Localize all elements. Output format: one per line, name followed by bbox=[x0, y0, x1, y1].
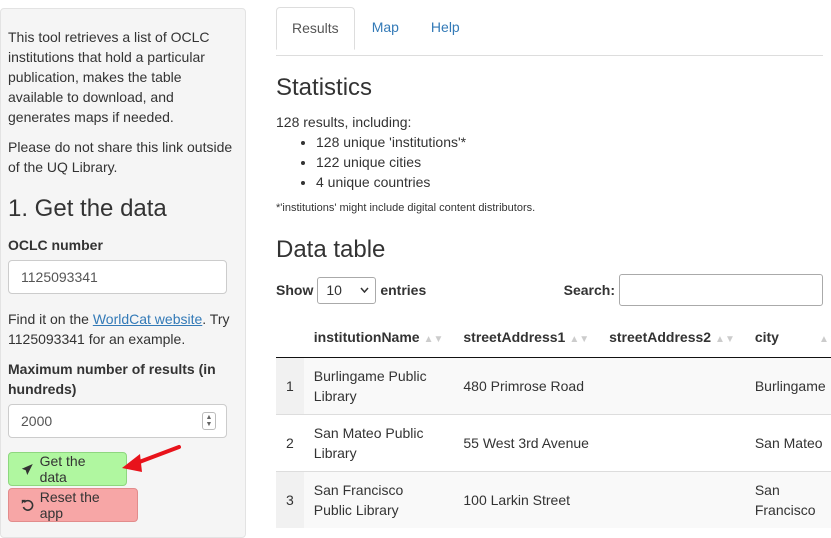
sort-icon: ▲▼ bbox=[715, 333, 735, 345]
tab-results[interactable]: Results bbox=[276, 7, 355, 50]
table-row[interactable]: 1 Burlingame Public Library 480 Primrose… bbox=[276, 356, 831, 414]
table-header-row: institutionName ▲▼ streetAddress1 ▲▼ stree… bbox=[276, 317, 831, 358]
statistics-heading: Statistics bbox=[276, 74, 373, 101]
results-summary: 128 results, including: bbox=[276, 114, 412, 130]
page-size-value: 10 bbox=[326, 282, 342, 298]
stats-item: 122 unique cities bbox=[316, 152, 831, 172]
city-cell: San Francisco bbox=[744, 470, 831, 528]
table-row[interactable]: 3 San Francisco Public Library 100 Larki… bbox=[276, 470, 831, 528]
tab-help[interactable]: Help bbox=[416, 7, 475, 49]
max-results-label: Maximum number of results (in hundreds) bbox=[8, 361, 216, 397]
street1-cell: 55 West 3rd Avenue bbox=[453, 413, 600, 471]
sort-icon: ▲▼ bbox=[423, 333, 444, 345]
table-row[interactable]: 2 San Mateo Public Library 55 West 3rd A… bbox=[276, 413, 831, 471]
institution-cell: San Mateo Public Library bbox=[303, 413, 454, 471]
warning-text: Please do not share this link outside of… bbox=[8, 139, 233, 175]
column-label: institutionName bbox=[313, 328, 420, 345]
reset-app-button[interactable]: Reset the app bbox=[8, 488, 138, 522]
street2-cell bbox=[599, 470, 745, 528]
column-header-street2[interactable]: streetAddress2 ▲▼ bbox=[599, 317, 745, 358]
stats-item: 4 unique countries bbox=[316, 172, 831, 192]
oclc-number-input[interactable]: 1125093341 bbox=[8, 260, 227, 294]
show-label: Show bbox=[276, 282, 314, 298]
entries-label: entries bbox=[380, 282, 427, 298]
help-prefix: Find it on the bbox=[8, 311, 93, 327]
tab-bar: Results Map Help bbox=[276, 7, 823, 56]
tab-map[interactable]: Map bbox=[357, 7, 414, 49]
data-table-heading: Data table bbox=[276, 236, 386, 263]
street2-cell bbox=[599, 413, 745, 471]
institution-cell: Burlingame Public Library bbox=[303, 356, 454, 414]
city-cell: Burlingame bbox=[744, 356, 831, 414]
intro-text: This tool retrieves a list of OCLC insti… bbox=[8, 29, 210, 125]
row-index: 1 bbox=[276, 356, 304, 414]
column-header-index bbox=[276, 317, 304, 358]
column-label: streetAddress1 bbox=[463, 328, 566, 345]
stats-footnote: *'institutions' might include digital co… bbox=[276, 202, 536, 214]
main-panel: Results Map Help Statistics 128 results,… bbox=[276, 0, 831, 528]
oclc-label: OCLC number bbox=[8, 237, 103, 253]
search-label: Search: bbox=[563, 282, 615, 298]
number-spinner[interactable]: ▲ ▼ bbox=[202, 412, 216, 430]
stats-item: 128 unique 'institutions'* bbox=[316, 132, 831, 152]
row-index: 3 bbox=[276, 470, 304, 528]
max-results-value: 2000 bbox=[21, 413, 53, 429]
row-index: 2 bbox=[276, 413, 304, 471]
get-data-label: Get the data bbox=[39, 453, 86, 485]
help-text: Find it on the WorldCat website. Try 112… bbox=[8, 309, 238, 349]
undo-icon bbox=[21, 499, 34, 511]
column-header-street1[interactable]: streetAddress1 ▲▼ bbox=[453, 317, 600, 358]
column-header-institution[interactable]: institutionName ▲▼ bbox=[303, 317, 454, 358]
table-controls: Show 10 entries Search: bbox=[276, 274, 823, 306]
reset-app-label: Reset the app bbox=[39, 489, 100, 521]
street2-cell bbox=[599, 356, 745, 414]
street1-cell: 100 Larkin Street bbox=[453, 470, 600, 528]
city-cell: San Mateo bbox=[744, 413, 831, 471]
red-arrow-icon bbox=[122, 445, 181, 472]
worldcat-link[interactable]: WorldCat website bbox=[93, 311, 202, 327]
max-results-input[interactable]: 2000 ▲ ▼ bbox=[8, 404, 227, 438]
results-table: institutionName ▲▼ streetAddress1 ▲▼ stree… bbox=[276, 317, 831, 528]
street1-cell: 480 Primrose Road bbox=[453, 356, 600, 414]
get-data-button[interactable]: Get the data bbox=[8, 452, 127, 486]
sort-icon: ▲▼ bbox=[569, 333, 590, 345]
institution-cell: San Francisco Public Library bbox=[303, 470, 454, 528]
column-header-city[interactable]: city ▲▼ bbox=[744, 317, 831, 358]
column-label: streetAddress2 bbox=[609, 328, 712, 345]
column-label: city bbox=[754, 328, 779, 345]
chevron-down-icon bbox=[360, 287, 369, 293]
search-input[interactable] bbox=[619, 274, 823, 306]
section-heading: 1. Get the data bbox=[8, 195, 167, 222]
stats-list: 128 unique 'institutions'* 122 unique ci… bbox=[276, 132, 831, 192]
page-size-select[interactable]: 10 bbox=[317, 276, 377, 304]
paper-plane-icon bbox=[21, 463, 33, 475]
sort-icon: ▲▼ bbox=[818, 333, 831, 345]
